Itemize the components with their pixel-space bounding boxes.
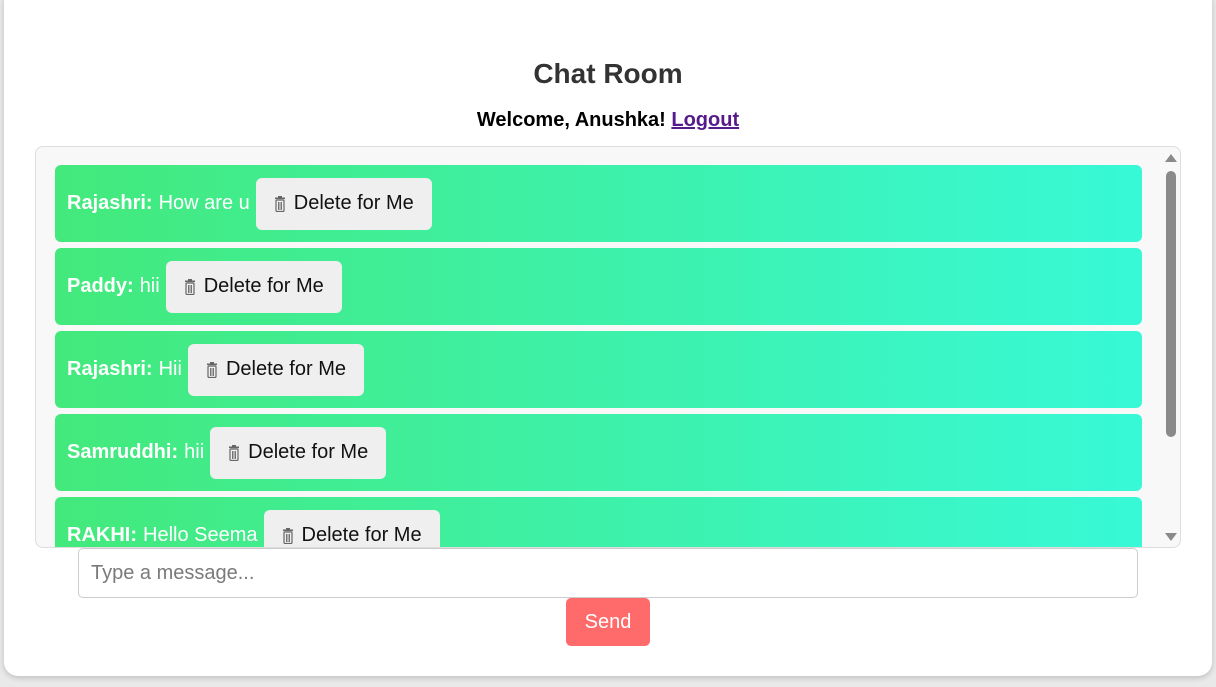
message-item: Samruddhi: hii Delete for Me [55,414,1142,491]
trash-icon [184,278,195,295]
trash-icon [274,195,285,212]
trash-icon [282,527,293,544]
delete-for-me-button[interactable]: Delete for Me [263,509,440,547]
message-sender: Rajashri: [67,192,153,214]
welcome-text: Welcome, Anushka! [476,109,666,131]
scroll-up-arrow-icon[interactable] [1165,154,1177,162]
scroll-down-arrow-icon[interactable] [1165,533,1177,541]
chat-card: Chat Room Welcome, Anushka! Logout Rajas… [4,0,1212,676]
vertical-scrollbar[interactable] [1162,147,1180,547]
logout-link[interactable]: Logout [671,109,739,131]
delete-for-me-button[interactable]: Delete for Me [255,177,432,230]
delete-for-me-button[interactable]: Delete for Me [210,426,387,479]
message-item: Paddy: hii Delete for Me [55,248,1142,325]
message-text: How are u [158,192,250,214]
message-text: hii [184,441,205,463]
scrollbar-thumb[interactable] [1166,171,1176,437]
delete-label: Delete for Me [301,524,422,546]
delete-label: Delete for Me [248,441,369,463]
delete-label: Delete for Me [293,192,414,214]
message-sender: Rajashri: [67,358,153,380]
message-text: Hello Seema [143,524,258,546]
message-item: Rajashri: Hii Delete for Me [55,331,1142,408]
message-list: Rajashri: How are u Delete for Me Paddy:… [55,165,1142,547]
page-title: Chat Room [533,58,683,89]
delete-for-me-button[interactable]: Delete for Me [187,343,364,396]
message-sender: RAKHI: [67,524,137,546]
send-button[interactable]: Send [566,598,650,646]
delete-label: Delete for Me [203,275,324,297]
message-sender: Samruddhi: [67,441,179,463]
welcome-line: Welcome, Anushka! Logout [4,109,1212,132]
trash-icon [206,361,217,378]
delete-for-me-button[interactable]: Delete for Me [165,260,342,313]
message-item: Rajashri: How are u Delete for Me [55,165,1142,242]
message-input[interactable] [78,548,1138,598]
chat-messages-panel[interactable]: Rajashri: How are u Delete for Me Paddy:… [35,146,1181,548]
trash-icon [229,444,240,461]
message-sender: Paddy: [67,275,134,297]
message-item: RAKHI: Hello Seema Delete for Me [55,497,1142,547]
message-text: Hii [158,358,182,380]
delete-label: Delete for Me [225,358,346,380]
message-text: hii [139,275,160,297]
